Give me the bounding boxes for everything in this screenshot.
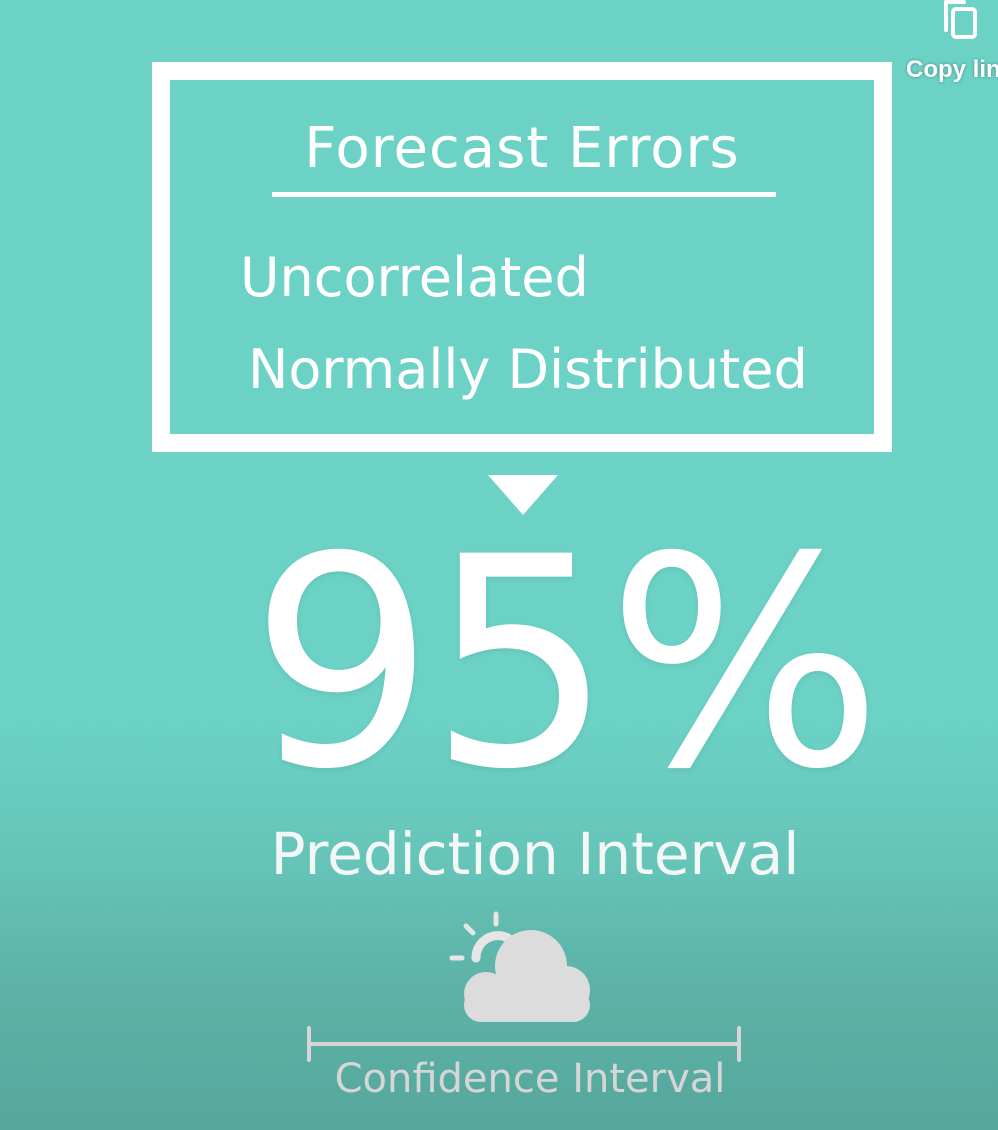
copy-icon [944,0,977,39]
partly-cloudy-icon [449,911,590,1022]
confidence-interval-label: Confidence Interval [334,1056,726,1102]
box-item-normally-distributed: Normally Distributed [248,338,808,401]
box-title: Forecast Errors [304,116,740,181]
prediction-interval-label: Prediction Interval [270,820,800,888]
title-divider [272,192,776,197]
copy-link-label: Copy lin [906,56,998,83]
box-item-uncorrelated: Uncorrelated [240,246,589,309]
forecast-errors-box: Forecast Errors Uncorrelated Normally Di… [152,62,892,452]
copy-link-button[interactable]: Copy lin [900,0,998,96]
percentage-value: 95% [250,496,883,833]
